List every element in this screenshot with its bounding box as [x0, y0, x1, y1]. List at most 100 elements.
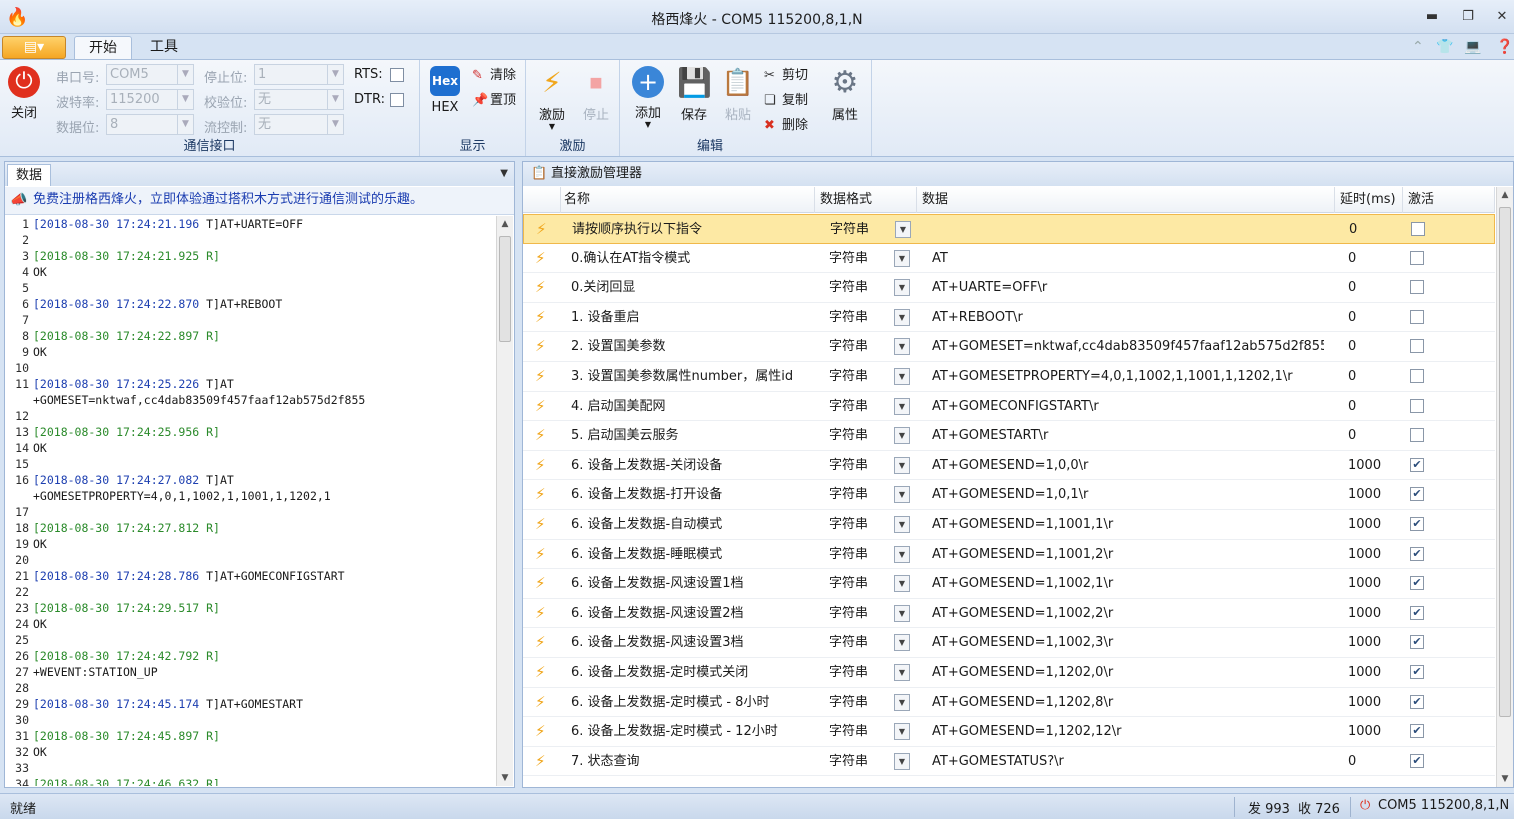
row-name[interactable]: 6. 设备上发数据-定时模式关闭	[571, 658, 811, 687]
minimize-button[interactable]: ▬	[1422, 8, 1442, 26]
row-active-checkbox[interactable]: ✔	[1410, 665, 1424, 679]
row-name[interactable]: 7. 状态查询	[571, 747, 811, 776]
row-data[interactable]: AT+GOMESTART\r	[932, 421, 1324, 450]
cut-button[interactable]: ✂ 剪切	[764, 66, 808, 86]
chevron-down-icon[interactable]: ▼	[894, 634, 910, 652]
row-data[interactable]: AT+GOMESETPROPERTY=4,0,1,1002,1,1001,1,1…	[932, 362, 1324, 391]
chevron-down-icon[interactable]: ▼	[894, 693, 910, 711]
row-active-checkbox[interactable]: ✔	[1410, 576, 1424, 591]
row-delay[interactable]: 0	[1348, 332, 1398, 361]
row-active-checkbox[interactable]: ✔	[1410, 487, 1424, 502]
baud-select[interactable]: 115200 ▼	[106, 89, 194, 110]
shirt-skin-icon[interactable]: 👕	[1436, 39, 1453, 55]
tab-start[interactable]: 开始	[74, 36, 132, 60]
chevron-down-icon[interactable]: ▼	[894, 575, 910, 593]
row-active-checkbox[interactable]: ✔	[1410, 724, 1424, 739]
row-active-checkbox[interactable]	[1410, 339, 1424, 354]
excite-button[interactable]: ⚡ 激励 ▼	[532, 66, 572, 131]
close-port-button[interactable]: ⏻ 关闭	[4, 66, 44, 121]
chevron-down-icon[interactable]: ▼	[894, 338, 910, 356]
grid-row[interactable]: ⚡ 6. 设备上发数据-定时模式关闭 字符串 ▼ AT+GOMESEND=1,1202,…	[523, 658, 1495, 688]
row-format[interactable]: 字符串	[829, 362, 889, 391]
row-delay[interactable]: 0	[1349, 215, 1399, 244]
row-data[interactable]: AT+GOMECONFIGSTART\r	[932, 392, 1324, 421]
row-active-checkbox[interactable]: ✔	[1410, 546, 1424, 561]
row-delay[interactable]: 1000	[1348, 480, 1398, 509]
row-name[interactable]: 4. 启动国美配网	[571, 392, 811, 421]
log-view[interactable]: 1 [2018-08-30 17:24:21.196 T]AT+UARTE=OFF…	[5, 216, 495, 786]
row-name[interactable]: 6. 设备上发数据-关闭设备	[571, 451, 811, 480]
chevron-down-icon[interactable]: ▼	[894, 427, 910, 445]
header-format[interactable]: 数据格式	[815, 187, 917, 213]
chevron-down-icon[interactable]: ▼	[894, 249, 910, 267]
grid-row[interactable]: ⚡ 6. 设备上发数据-定时模式 - 8小时 字符串 ▼ AT+GOMESEND=1,1…	[523, 688, 1495, 718]
row-name[interactable]: 6. 设备上发数据-风速设置2档	[571, 599, 811, 628]
chevron-down-icon[interactable]: ▼	[894, 604, 910, 622]
row-name[interactable]: 5. 启动国美云服务	[571, 421, 811, 450]
grid-row[interactable]: ⚡ 3. 设置国美参数属性number，属性id 字符串 ▼ AT+GOMESETPRO…	[523, 362, 1495, 392]
app-menu-button[interactable]: ▤▾	[2, 36, 66, 59]
row-delay[interactable]: 0	[1348, 244, 1398, 273]
grid-row[interactable]: ⚡ 7. 状态查询 字符串 ▼ AT+GOMESTATUS?\r 0 ✔	[523, 747, 1495, 777]
row-data[interactable]: AT+GOMESEND=1,0,1\r	[932, 480, 1324, 509]
row-name[interactable]: 6. 设备上发数据-定时模式 - 8小时	[571, 688, 811, 717]
row-data[interactable]: AT+REBOOT\r	[932, 303, 1324, 332]
chevron-down-icon[interactable]: ▼	[894, 752, 910, 770]
row-data[interactable]: AT+UARTE=OFF\r	[932, 273, 1324, 302]
row-name[interactable]: 6. 设备上发数据-风速设置1档	[571, 569, 811, 598]
header-delay[interactable]: 延时(ms)	[1335, 187, 1403, 213]
row-delay[interactable]: 1000	[1348, 688, 1398, 717]
row-active-checkbox[interactable]	[1410, 428, 1424, 443]
row-delay[interactable]: 1000	[1348, 451, 1398, 480]
grid-row[interactable]: ⚡ 1. 设备重启 字符串 ▼ AT+REBOOT\r 0	[523, 303, 1495, 333]
add-button[interactable]: + 添加 ▼	[628, 66, 668, 129]
dtr-checkbox[interactable]	[390, 93, 404, 107]
grid-row[interactable]: ⚡ 4. 启动国美配网 字符串 ▼ AT+GOMECONFIGSTART\r 0	[523, 392, 1495, 422]
row-active-checkbox[interactable]: ✔	[1410, 635, 1424, 650]
stimulus-grid[interactable]: ⚡ 请按顺序执行以下指令 字符串 ▼ 0 ⚡ 0.确认在AT指令模式 字符串 ▼ AT 0 ⚡ 0.关闭…	[523, 214, 1495, 788]
chevron-down-icon[interactable]: ▼	[894, 397, 910, 415]
properties-button[interactable]: ⚙ 属性	[825, 66, 865, 124]
row-active-checkbox[interactable]	[1410, 280, 1424, 295]
scroll-thumb[interactable]	[499, 236, 511, 342]
row-data[interactable]: AT+GOMESET=nktwaf,cc4dab83509f457faaf12a…	[932, 332, 1324, 361]
flow-select[interactable]: 无 ▼	[254, 114, 344, 135]
scroll-down-icon[interactable]: ▼	[497, 770, 513, 786]
grid-row[interactable]: ⚡ 2. 设置国美参数 字符串 ▼ AT+GOMESET=nktwaf,cc4dab83…	[523, 332, 1495, 362]
panel-dropdown-icon[interactable]: ▼	[500, 168, 508, 179]
row-format[interactable]: 字符串	[829, 332, 889, 361]
chevron-down-icon[interactable]: ▼	[894, 516, 910, 533]
scroll-up-icon[interactable]: ▲	[497, 216, 513, 232]
row-delay[interactable]: 1000	[1348, 569, 1398, 598]
grid-row[interactable]: ⚡ 6. 设备上发数据-打开设备 字符串 ▼ AT+GOMESEND=1,0,1\r 10…	[523, 480, 1495, 510]
row-name[interactable]: 1. 设备重启	[571, 303, 811, 332]
grid-row[interactable]: ⚡ 0.关闭回显 字符串 ▼ AT+UARTE=OFF\r 0	[523, 273, 1495, 303]
save-button[interactable]: 💾 保存	[674, 66, 714, 123]
row-name[interactable]: 6. 设备上发数据-睡眠模式	[571, 540, 811, 569]
row-delay[interactable]: 0	[1348, 362, 1398, 391]
row-name[interactable]: 6. 设备上发数据-打开设备	[571, 480, 811, 509]
row-delay[interactable]: 1000	[1348, 540, 1398, 569]
paste-button[interactable]: 📋 粘贴	[718, 66, 758, 123]
row-data[interactable]: AT	[932, 244, 1324, 273]
delete-button[interactable]: ✖ 删除	[764, 116, 808, 136]
scroll-down-icon[interactable]: ▼	[1497, 771, 1513, 787]
grid-scrollbar[interactable]: ▲ ▼	[1496, 187, 1513, 787]
row-data[interactable]	[933, 215, 1325, 244]
row-name[interactable]: 6. 设备上发数据-风速设置3档	[571, 628, 811, 657]
chevron-down-icon[interactable]: ▼	[894, 723, 910, 741]
row-name[interactable]: 3. 设置国美参数属性number，属性id	[571, 362, 811, 391]
chevron-down-icon[interactable]: ▼	[895, 221, 911, 238]
chevron-down-icon[interactable]: ▼	[894, 486, 910, 504]
scroll-up-icon[interactable]: ▲	[1497, 187, 1513, 203]
row-delay[interactable]: 0	[1348, 273, 1398, 302]
row-data[interactable]: AT+GOMESEND=1,1002,2\r	[932, 599, 1324, 628]
row-delay[interactable]: 1000	[1348, 658, 1398, 687]
row-active-checkbox[interactable]: ✔	[1410, 517, 1424, 531]
hex-button[interactable]: Hex HEX	[426, 66, 464, 115]
rts-checkbox[interactable]	[390, 68, 404, 82]
grid-row[interactable]: ⚡ 6. 设备上发数据-风速设置1档 字符串 ▼ AT+GOMESEND=1,1002,…	[523, 569, 1495, 599]
row-format[interactable]: 字符串	[829, 658, 889, 687]
row-format[interactable]: 字符串	[829, 451, 889, 480]
grid-row[interactable]: ⚡ 6. 设备上发数据-关闭设备 字符串 ▼ AT+GOMESEND=1,0,0\r 10…	[523, 451, 1495, 481]
